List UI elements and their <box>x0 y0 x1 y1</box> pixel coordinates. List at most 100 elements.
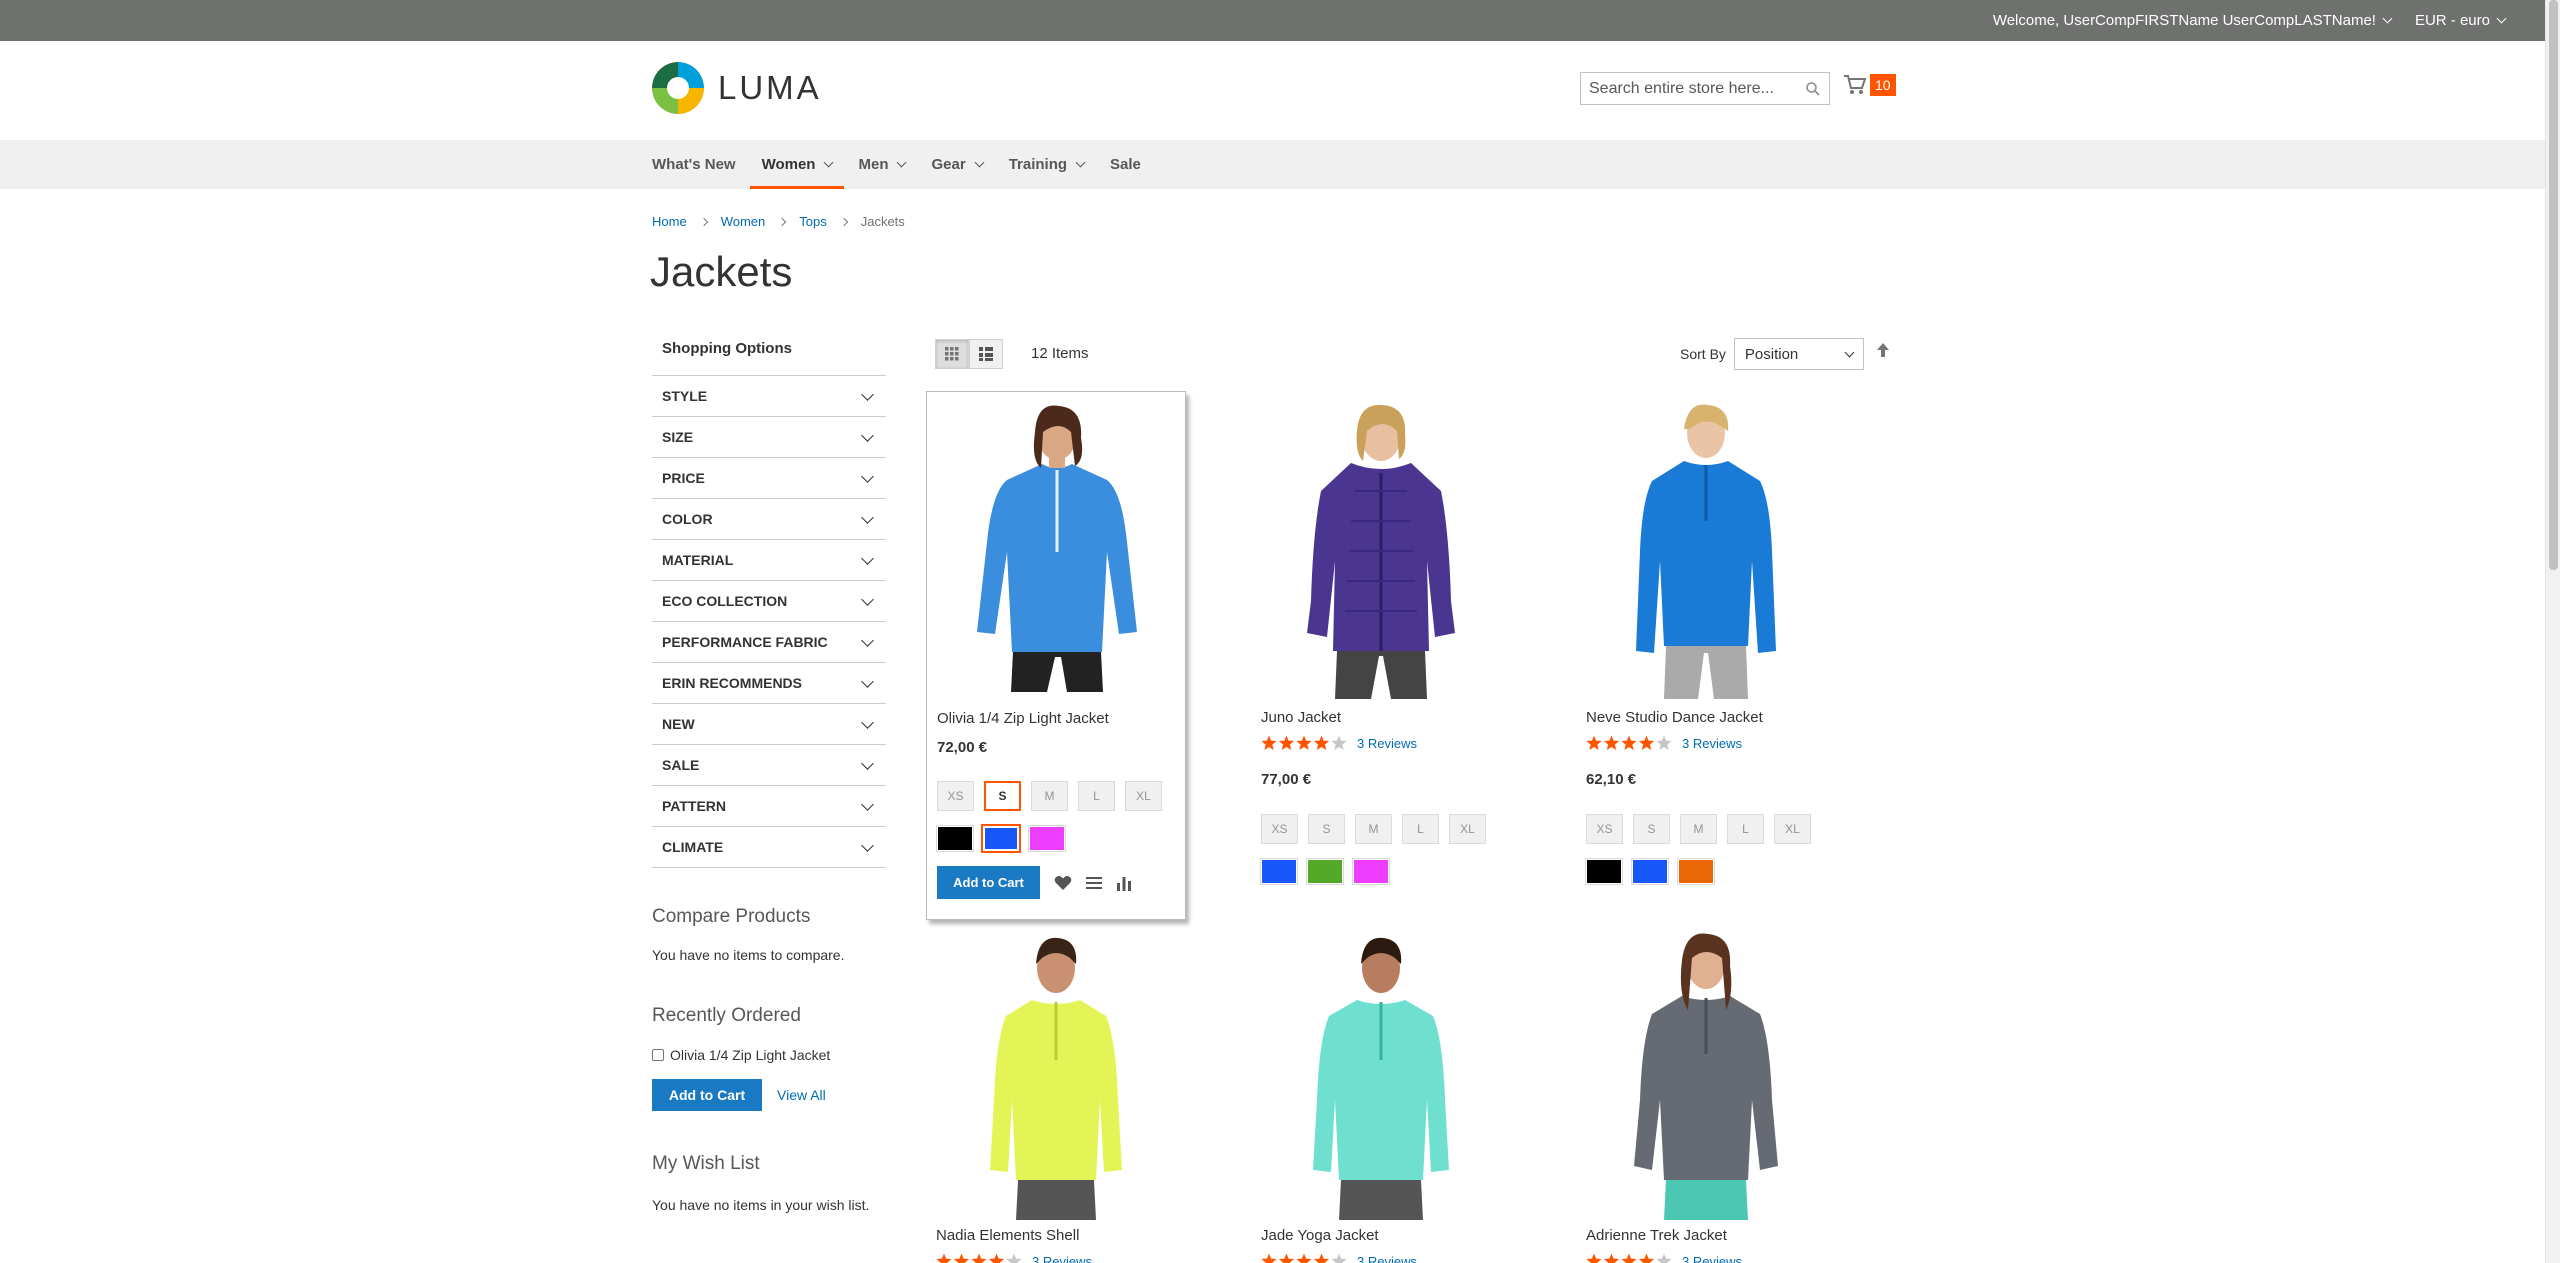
breadcrumb-tops[interactable]: Tops <box>799 214 826 229</box>
size-l[interactable]: L <box>1078 781 1115 811</box>
product-image[interactable] <box>947 402 1167 692</box>
scrollbar-thumb[interactable] <box>2549 0 2558 570</box>
product-image[interactable] <box>946 930 1166 1220</box>
product-name[interactable]: Neve Studio Dance Jacket <box>1586 709 1763 726</box>
reviews-link[interactable]: 3 Reviews <box>1032 1254 1092 1263</box>
color-swatch-blue[interactable] <box>981 824 1021 853</box>
filter-label: Eco Collection <box>662 593 788 609</box>
filter-size[interactable]: Size <box>652 417 886 458</box>
product-card-jade[interactable]: Jade Yoga Jacket 3 Reviews <box>1261 920 1521 1263</box>
size-s[interactable]: S <box>1308 814 1345 844</box>
sort-select[interactable]: Position <box>1733 338 1864 370</box>
items-count: 12 Items <box>1031 345 1089 362</box>
sort-direction-icon[interactable] <box>1876 342 1890 358</box>
product-name[interactable]: Adrienne Trek Jacket <box>1586 1227 1727 1244</box>
filter-erin-recommends[interactable]: Erin Recommends <box>652 663 886 704</box>
cart-icon <box>1844 75 1867 94</box>
view-all-link[interactable]: View All <box>777 1087 826 1103</box>
filter-sale[interactable]: Sale <box>652 745 886 786</box>
nav-item-women[interactable]: Women <box>749 140 845 189</box>
nav-item-whats-new[interactable]: What's New <box>652 140 736 189</box>
view-mode-switcher <box>935 339 1003 369</box>
wishlist-heart-icon[interactable] <box>1054 875 1072 891</box>
filter-pattern[interactable]: Pattern <box>652 786 886 827</box>
product-image[interactable] <box>1596 401 1816 699</box>
filter-style[interactable]: Style <box>652 376 886 417</box>
add-to-cart-button[interactable]: Add to Cart <box>937 866 1040 899</box>
sort-by-label: Sort By <box>1680 346 1726 362</box>
filter-performance-fabric[interactable]: Performance Fabric <box>652 622 886 663</box>
color-swatch-green[interactable] <box>1306 858 1344 885</box>
product-name[interactable]: Nadia Elements Shell <box>936 1227 1079 1244</box>
reviews-link[interactable]: 3 Reviews <box>1357 736 1417 751</box>
chevron-right-icon <box>699 217 708 226</box>
color-swatch-blue[interactable] <box>1631 858 1669 885</box>
color-swatch-purple[interactable] <box>1352 858 1390 885</box>
customer-menu[interactable]: Welcome, UserCompFIRSTName UserCompLASTN… <box>1993 12 2393 29</box>
size-xs[interactable]: XS <box>1586 814 1623 844</box>
size-s[interactable]: S <box>1633 814 1670 844</box>
bar-chart-icon[interactable] <box>1116 875 1132 891</box>
size-m[interactable]: M <box>1680 814 1717 844</box>
product-name[interactable]: Olivia 1/4 Zip Light Jacket <box>937 710 1109 727</box>
minicart-button[interactable]: 10 <box>1843 74 1896 96</box>
size-l[interactable]: L <box>1727 814 1764 844</box>
filter-new[interactable]: New <box>652 704 886 745</box>
product-card-juno[interactable]: Juno Jacket 3 Reviews 77,00 € XS S M L X… <box>1260 401 1521 901</box>
page-scrollbar[interactable] <box>2545 0 2560 1263</box>
size-l[interactable]: L <box>1402 814 1439 844</box>
chevron-down-icon <box>861 469 874 483</box>
search-icon[interactable] <box>1805 81 1821 97</box>
size-s[interactable]: S <box>984 781 1021 811</box>
currency-switcher[interactable]: EUR - euro <box>2415 12 2507 29</box>
star-icon <box>953 1253 970 1263</box>
color-swatch-blue[interactable] <box>1260 858 1298 885</box>
filter-eco-collection[interactable]: Eco Collection <box>652 581 886 622</box>
size-xs[interactable]: XS <box>1261 814 1298 844</box>
breadcrumb-home[interactable]: Home <box>652 214 687 229</box>
filter-material[interactable]: Material <box>652 540 886 581</box>
product-image[interactable] <box>1271 930 1491 1220</box>
product-name[interactable]: Jade Yoga Jacket <box>1261 1227 1379 1244</box>
product-card-neve[interactable]: Neve Studio Dance Jacket 3 Reviews 62,10… <box>1585 401 1846 901</box>
reviews-link[interactable]: 3 Reviews <box>1682 736 1742 751</box>
color-swatch-black[interactable] <box>1585 858 1623 885</box>
product-image[interactable] <box>1596 930 1816 1220</box>
color-swatch-orange[interactable] <box>1677 858 1715 885</box>
size-xl[interactable]: XL <box>1449 814 1486 844</box>
product-price: 77,00 € <box>1261 771 1312 788</box>
filter-price[interactable]: Price <box>652 458 886 499</box>
recent-item-checkbox[interactable] <box>652 1049 664 1061</box>
nav-label: Gear <box>931 156 966 173</box>
compare-icon[interactable] <box>1086 876 1102 890</box>
filter-label: Color <box>662 511 713 527</box>
nav-item-sale[interactable]: Sale <box>1110 140 1141 189</box>
nav-item-men[interactable]: Men <box>858 140 907 189</box>
size-xl[interactable]: XL <box>1774 814 1811 844</box>
size-xs[interactable]: XS <box>937 781 974 811</box>
product-rating: 3 Reviews <box>1586 735 1742 751</box>
color-swatch-purple[interactable] <box>1028 825 1066 852</box>
product-card-adrienne[interactable]: Adrienne Trek Jacket 3 Reviews <box>1586 920 1846 1263</box>
size-m[interactable]: M <box>1031 781 1068 811</box>
reviews-link[interactable]: 3 Reviews <box>1357 1254 1417 1263</box>
star-icon <box>1621 1253 1637 1263</box>
reviews-link[interactable]: 3 Reviews <box>1682 1254 1742 1263</box>
grid-view-button[interactable] <box>935 339 969 369</box>
nav-item-training[interactable]: Training <box>1009 140 1086 189</box>
search-input[interactable]: Search entire store here... <box>1580 72 1830 105</box>
filter-color[interactable]: Color <box>652 499 886 540</box>
breadcrumb-women[interactable]: Women <box>721 214 766 229</box>
recent-add-to-cart-button[interactable]: Add to Cart <box>652 1079 762 1111</box>
product-card-nadia[interactable]: Nadia Elements Shell 3 Reviews <box>936 920 1196 1263</box>
store-logo[interactable]: LUMA <box>652 62 822 114</box>
product-card-olivia[interactable]: Olivia 1/4 Zip Light Jacket 72,00 € XS S… <box>926 391 1186 920</box>
color-swatch-black[interactable] <box>936 825 974 852</box>
nav-item-gear[interactable]: Gear <box>931 140 985 189</box>
size-m[interactable]: M <box>1355 814 1392 844</box>
product-name[interactable]: Juno Jacket <box>1261 709 1341 726</box>
list-view-button[interactable] <box>969 339 1003 369</box>
product-image[interactable] <box>1271 401 1491 699</box>
filter-climate[interactable]: Climate <box>652 827 886 868</box>
size-xl[interactable]: XL <box>1125 781 1162 811</box>
